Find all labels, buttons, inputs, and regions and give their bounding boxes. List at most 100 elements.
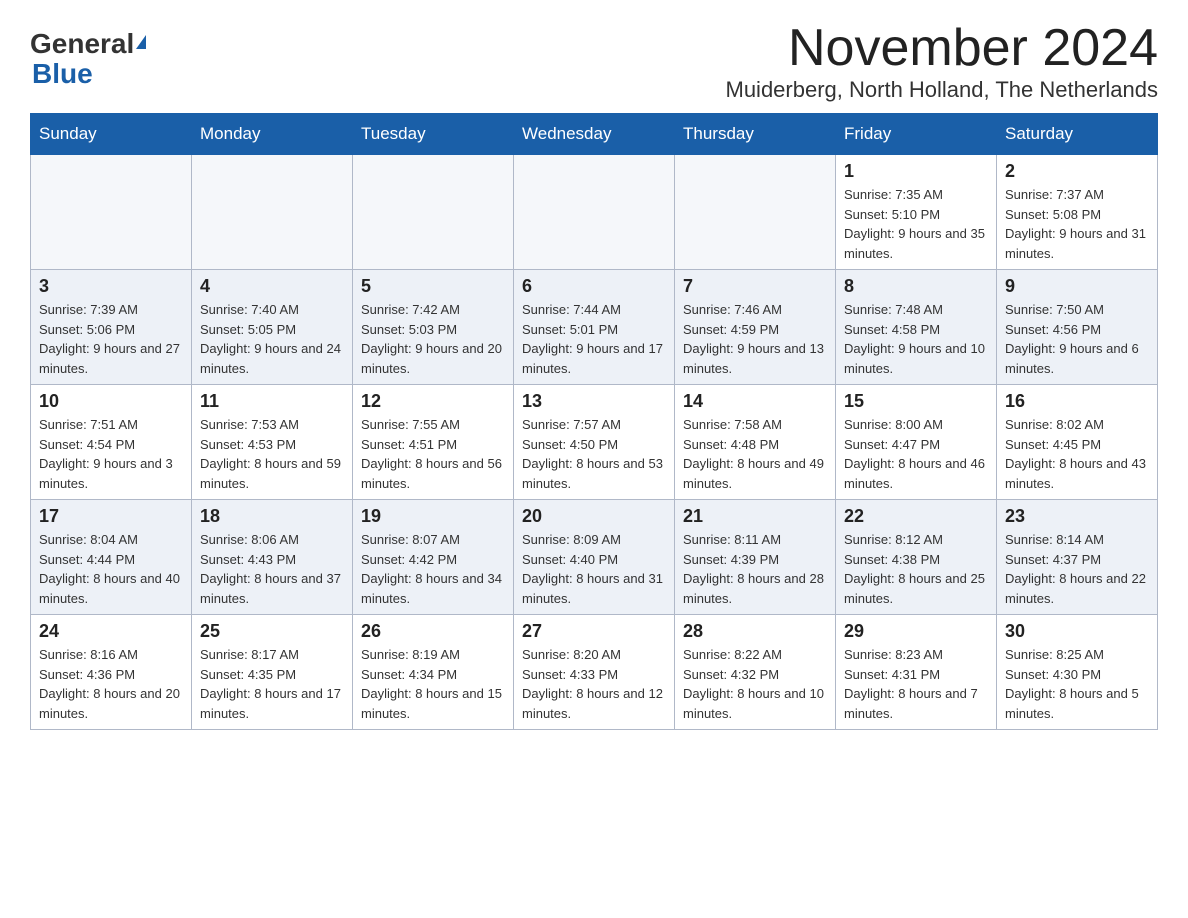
day-number: 18 [200, 506, 344, 527]
day-info: Sunrise: 8:20 AMSunset: 4:33 PMDaylight:… [522, 647, 663, 721]
table-row: 10 Sunrise: 7:51 AMSunset: 4:54 PMDayligh… [31, 385, 192, 500]
location-subtitle: Muiderberg, North Holland, The Netherlan… [726, 77, 1159, 103]
table-row: 17 Sunrise: 8:04 AMSunset: 4:44 PMDayligh… [31, 500, 192, 615]
calendar-week-row: 3 Sunrise: 7:39 AMSunset: 5:06 PMDaylight… [31, 270, 1158, 385]
table-row: 1 Sunrise: 7:35 AMSunset: 5:10 PMDaylight… [836, 155, 997, 270]
day-info: Sunrise: 8:12 AMSunset: 4:38 PMDaylight:… [844, 532, 985, 606]
table-row [675, 155, 836, 270]
day-info: Sunrise: 8:04 AMSunset: 4:44 PMDaylight:… [39, 532, 180, 606]
day-info: Sunrise: 8:11 AMSunset: 4:39 PMDaylight:… [683, 532, 824, 606]
header-tuesday: Tuesday [353, 114, 514, 155]
day-number: 21 [683, 506, 827, 527]
table-row: 22 Sunrise: 8:12 AMSunset: 4:38 PMDayligh… [836, 500, 997, 615]
day-info: Sunrise: 8:02 AMSunset: 4:45 PMDaylight:… [1005, 417, 1146, 491]
calendar-week-row: 1 Sunrise: 7:35 AMSunset: 5:10 PMDaylight… [31, 155, 1158, 270]
day-number: 3 [39, 276, 183, 297]
day-number: 10 [39, 391, 183, 412]
table-row: 3 Sunrise: 7:39 AMSunset: 5:06 PMDaylight… [31, 270, 192, 385]
table-row: 9 Sunrise: 7:50 AMSunset: 4:56 PMDaylight… [997, 270, 1158, 385]
day-number: 15 [844, 391, 988, 412]
day-info: Sunrise: 8:00 AMSunset: 4:47 PMDaylight:… [844, 417, 985, 491]
table-row: 28 Sunrise: 8:22 AMSunset: 4:32 PMDayligh… [675, 615, 836, 730]
day-info: Sunrise: 7:55 AMSunset: 4:51 PMDaylight:… [361, 417, 502, 491]
day-number: 4 [200, 276, 344, 297]
table-row: 24 Sunrise: 8:16 AMSunset: 4:36 PMDayligh… [31, 615, 192, 730]
table-row: 26 Sunrise: 8:19 AMSunset: 4:34 PMDayligh… [353, 615, 514, 730]
day-info: Sunrise: 8:23 AMSunset: 4:31 PMDaylight:… [844, 647, 978, 721]
calendar-week-row: 17 Sunrise: 8:04 AMSunset: 4:44 PMDayligh… [31, 500, 1158, 615]
day-info: Sunrise: 7:39 AMSunset: 5:06 PMDaylight:… [39, 302, 180, 376]
calendar-week-row: 24 Sunrise: 8:16 AMSunset: 4:36 PMDayligh… [31, 615, 1158, 730]
month-title: November 2024 [726, 20, 1159, 77]
table-row: 30 Sunrise: 8:25 AMSunset: 4:30 PMDayligh… [997, 615, 1158, 730]
table-row: 7 Sunrise: 7:46 AMSunset: 4:59 PMDaylight… [675, 270, 836, 385]
header-thursday: Thursday [675, 114, 836, 155]
day-info: Sunrise: 7:51 AMSunset: 4:54 PMDaylight:… [39, 417, 173, 491]
day-number: 25 [200, 621, 344, 642]
table-row: 21 Sunrise: 8:11 AMSunset: 4:39 PMDayligh… [675, 500, 836, 615]
day-number: 27 [522, 621, 666, 642]
day-number: 23 [1005, 506, 1149, 527]
day-info: Sunrise: 7:58 AMSunset: 4:48 PMDaylight:… [683, 417, 824, 491]
table-row: 29 Sunrise: 8:23 AMSunset: 4:31 PMDayligh… [836, 615, 997, 730]
table-row [31, 155, 192, 270]
table-row [192, 155, 353, 270]
day-number: 22 [844, 506, 988, 527]
day-info: Sunrise: 8:09 AMSunset: 4:40 PMDaylight:… [522, 532, 663, 606]
table-row: 19Sunrise: 8:07 AMSunset: 4:42 PMDayligh… [353, 500, 514, 615]
table-row: 2Sunrise: 7:37 AMSunset: 5:08 PMDaylight… [997, 155, 1158, 270]
table-row: 12 Sunrise: 7:55 AMSunset: 4:51 PMDayligh… [353, 385, 514, 500]
table-row: 18 Sunrise: 8:06 AMSunset: 4:43 PMDayligh… [192, 500, 353, 615]
day-number: 12 [361, 391, 505, 412]
day-info: Sunrise: 8:22 AMSunset: 4:32 PMDaylight:… [683, 647, 824, 721]
logo-general: General [30, 30, 146, 58]
table-row [514, 155, 675, 270]
table-row: 8 Sunrise: 7:48 AMSunset: 4:58 PMDaylight… [836, 270, 997, 385]
day-number: 13 [522, 391, 666, 412]
day-number: 30 [1005, 621, 1149, 642]
day-number: 24 [39, 621, 183, 642]
day-info: Sunrise: 8:06 AMSunset: 4:43 PMDaylight:… [200, 532, 341, 606]
day-number: 8 [844, 276, 988, 297]
day-info: Sunrise: 8:19 AMSunset: 4:34 PMDaylight:… [361, 647, 502, 721]
day-number: 17 [39, 506, 183, 527]
table-row: 13 Sunrise: 7:57 AMSunset: 4:50 PMDayligh… [514, 385, 675, 500]
weekday-header-row: Sunday Monday Tuesday Wednesday Thursday… [31, 114, 1158, 155]
table-row: 11Sunrise: 7:53 AMSunset: 4:53 PMDayligh… [192, 385, 353, 500]
day-info: Sunrise: 7:50 AMSunset: 4:56 PMDaylight:… [1005, 302, 1139, 376]
day-number: 1 [844, 161, 988, 182]
day-number: 28 [683, 621, 827, 642]
header-friday: Friday [836, 114, 997, 155]
table-row: 5Sunrise: 7:42 AMSunset: 5:03 PMDaylight… [353, 270, 514, 385]
day-info: Sunrise: 8:14 AMSunset: 4:37 PMDaylight:… [1005, 532, 1146, 606]
table-row: 14Sunrise: 7:58 AMSunset: 4:48 PMDayligh… [675, 385, 836, 500]
day-info: Sunrise: 8:25 AMSunset: 4:30 PMDaylight:… [1005, 647, 1139, 721]
day-number: 9 [1005, 276, 1149, 297]
day-info: Sunrise: 8:16 AMSunset: 4:36 PMDaylight:… [39, 647, 180, 721]
calendar-week-row: 10 Sunrise: 7:51 AMSunset: 4:54 PMDayligh… [31, 385, 1158, 500]
day-number: 20 [522, 506, 666, 527]
day-number: 7 [683, 276, 827, 297]
table-row: 16 Sunrise: 8:02 AMSunset: 4:45 PMDayligh… [997, 385, 1158, 500]
day-number: 5 [361, 276, 505, 297]
table-row: 27 Sunrise: 8:20 AMSunset: 4:33 PMDayligh… [514, 615, 675, 730]
day-number: 16 [1005, 391, 1149, 412]
header-monday: Monday [192, 114, 353, 155]
day-number: 29 [844, 621, 988, 642]
day-info: Sunrise: 7:46 AMSunset: 4:59 PMDaylight:… [683, 302, 824, 376]
header-wednesday: Wednesday [514, 114, 675, 155]
day-number: 11 [200, 391, 344, 412]
day-info: Sunrise: 7:44 AMSunset: 5:01 PMDaylight:… [522, 302, 663, 376]
day-number: 26 [361, 621, 505, 642]
day-info: Sunrise: 7:48 AMSunset: 4:58 PMDaylight:… [844, 302, 985, 376]
table-row: 25Sunrise: 8:17 AMSunset: 4:35 PMDayligh… [192, 615, 353, 730]
day-number: 2 [1005, 161, 1149, 182]
day-info: Sunrise: 7:57 AMSunset: 4:50 PMDaylight:… [522, 417, 663, 491]
logo-triangle-icon [136, 35, 146, 49]
header-saturday: Saturday [997, 114, 1158, 155]
day-info: Sunrise: 7:35 AMSunset: 5:10 PMDaylight:… [844, 187, 985, 261]
table-row [353, 155, 514, 270]
table-row: 23 Sunrise: 8:14 AMSunset: 4:37 PMDayligh… [997, 500, 1158, 615]
header-sunday: Sunday [31, 114, 192, 155]
table-row: 6Sunrise: 7:44 AMSunset: 5:01 PMDaylight… [514, 270, 675, 385]
